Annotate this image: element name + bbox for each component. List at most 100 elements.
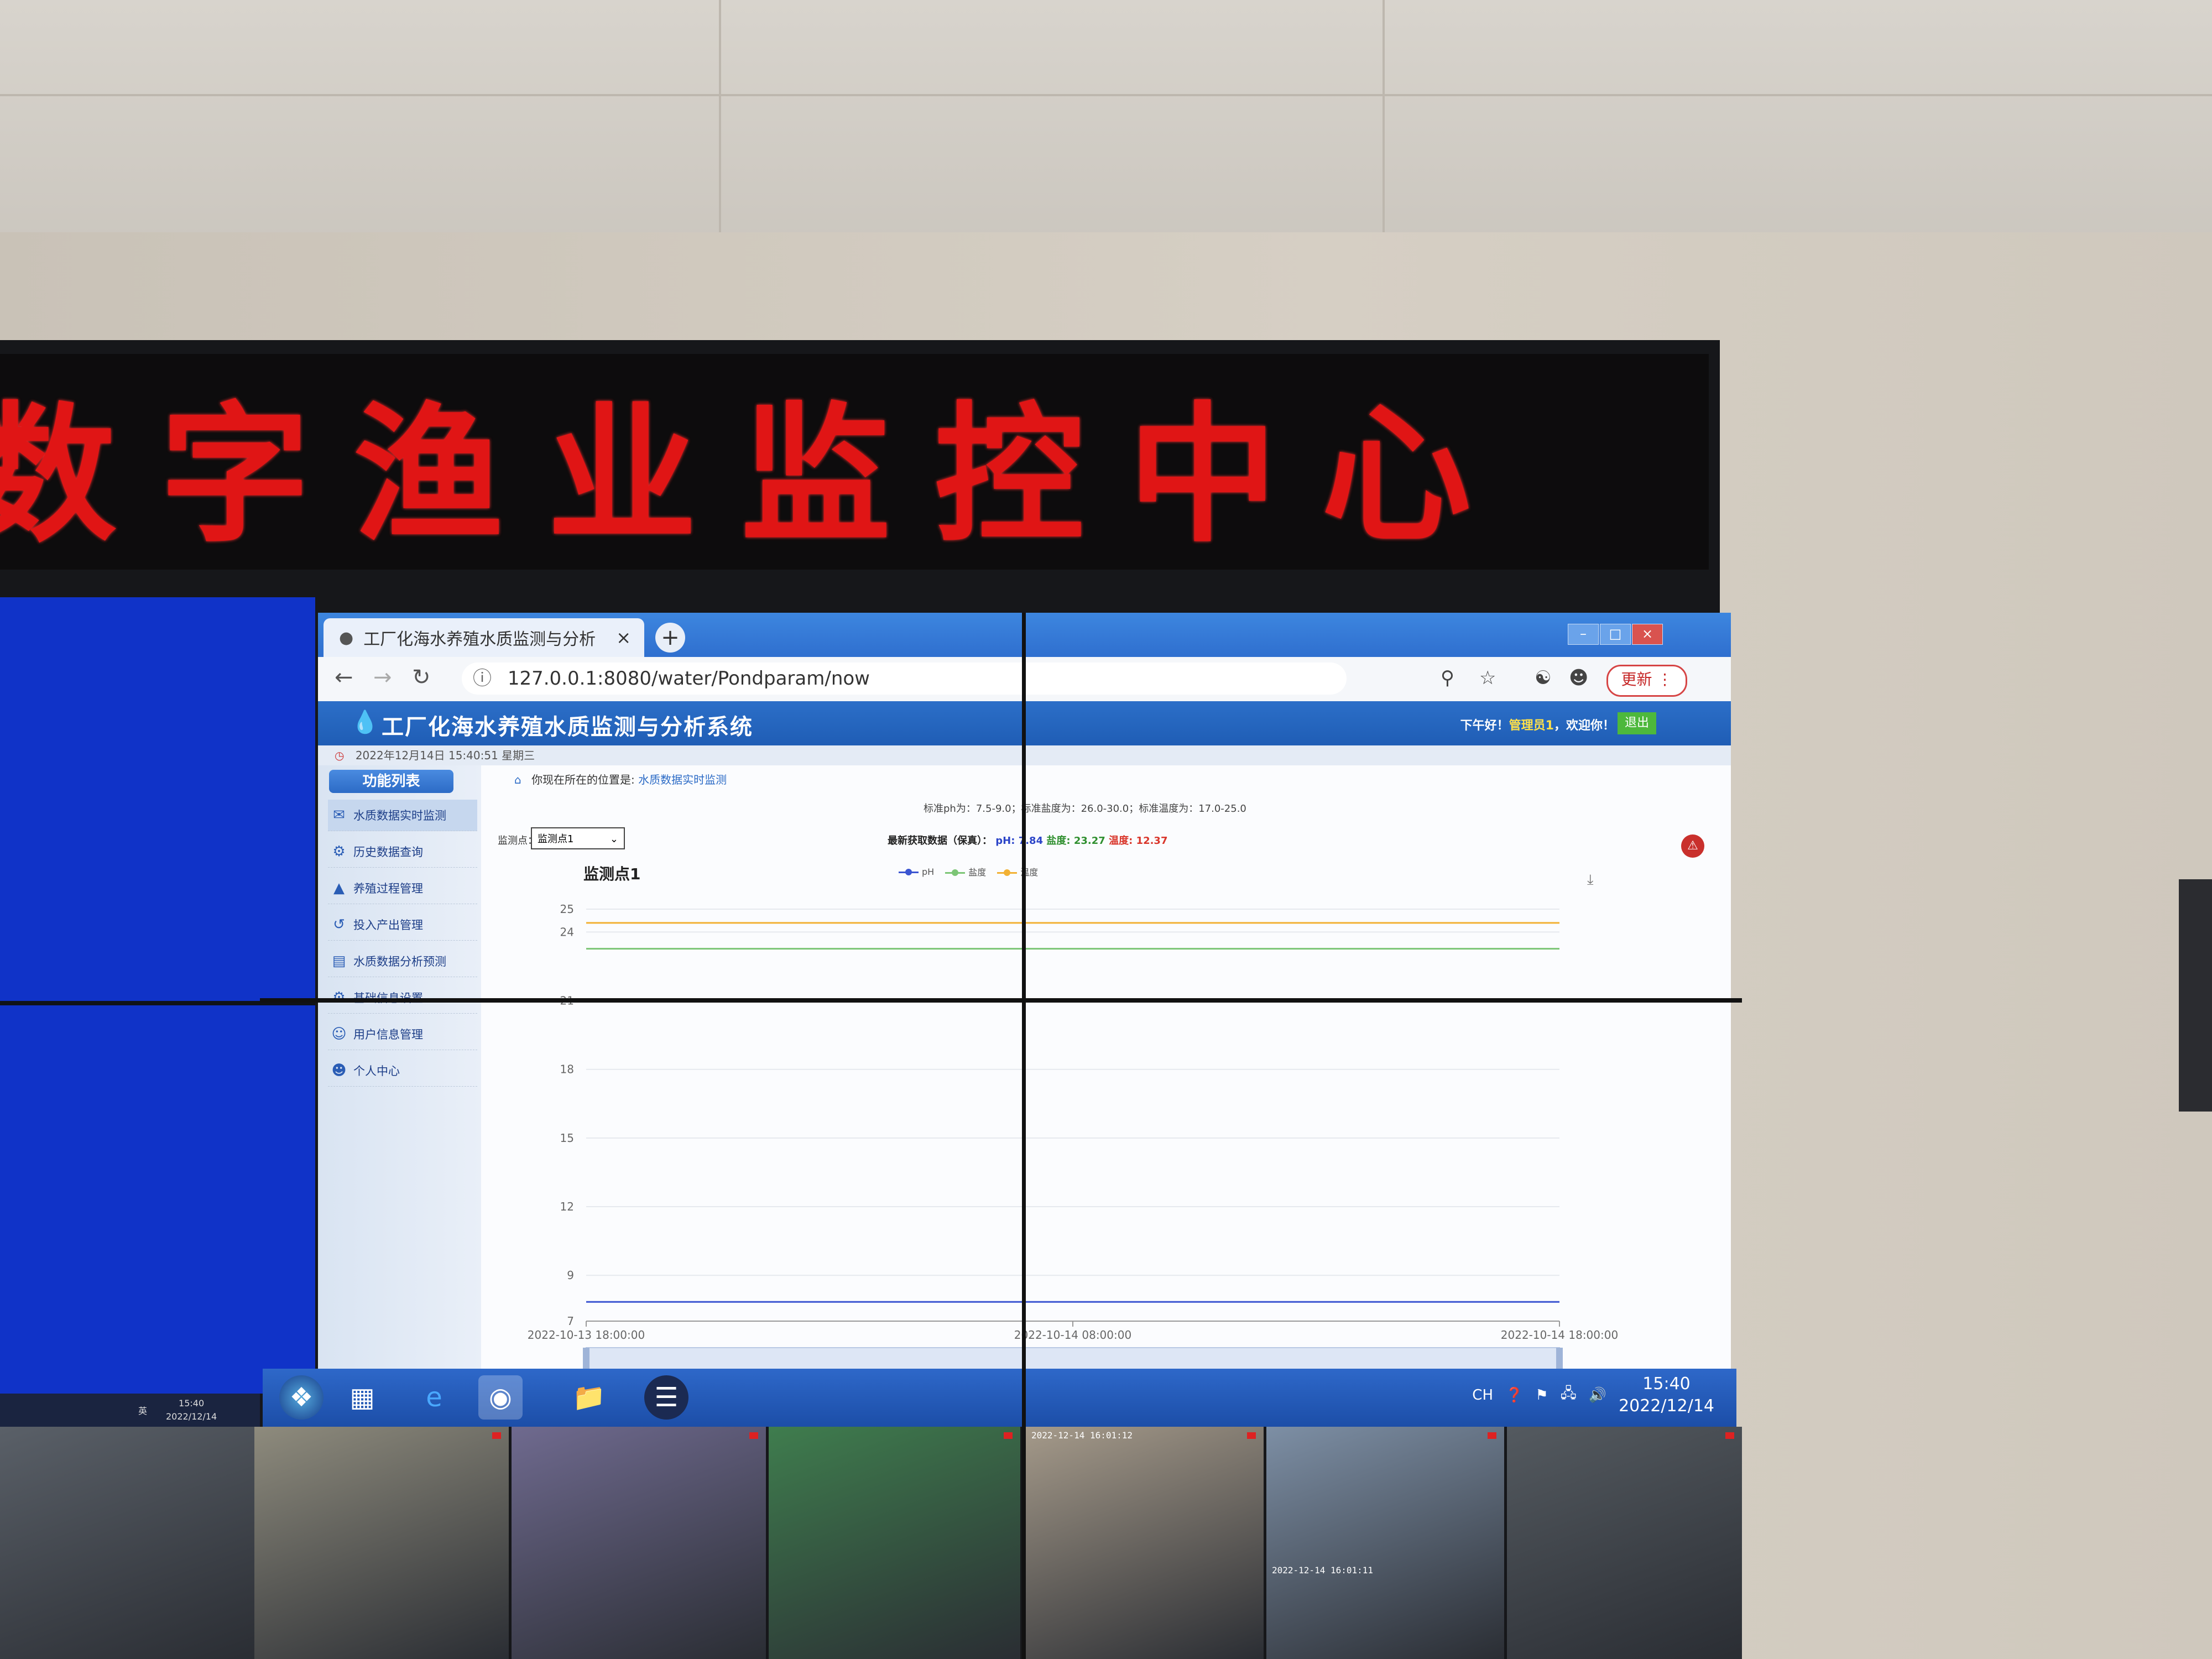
- flag-icon[interactable]: ⚑: [1535, 1387, 1548, 1404]
- reload-icon[interactable]: ↻: [412, 665, 431, 690]
- panel-seam-horizontal: [260, 998, 1742, 1003]
- flag-icon: [492, 1432, 501, 1439]
- new-tab-button[interactable]: +: [655, 623, 685, 653]
- camera-feed: [0, 1427, 254, 1659]
- flag-icon: [1004, 1432, 1013, 1439]
- flag-icon: [749, 1432, 758, 1439]
- menu-header-label: 功能列表: [362, 773, 420, 790]
- current-datetime: 2022年12月14日 15:40:51 星期三: [355, 749, 535, 762]
- camera-feed: [254, 1427, 509, 1659]
- extensions-icon[interactable]: ☯: [1535, 667, 1551, 689]
- camera-feed: 2022-12-14 16:01:12: [1026, 1427, 1264, 1659]
- chrome-icon[interactable]: ◉: [478, 1375, 523, 1420]
- y-tick-label: 15: [560, 1131, 574, 1145]
- panel-seam-vertical: [1022, 613, 1026, 1659]
- star-icon[interactable]: ☆: [1479, 667, 1496, 689]
- sidebar-item-label: 投入产出管理: [353, 919, 423, 932]
- ceiling-seam: [719, 0, 721, 238]
- network-icon[interactable]: 🖧: [1561, 1383, 1577, 1407]
- camera-feed: [1507, 1427, 1742, 1659]
- y-tick-label: 9: [567, 1269, 574, 1282]
- tray-date: 2022/12/14: [1619, 1396, 1714, 1416]
- maximize-button[interactable]: □: [1600, 624, 1631, 645]
- settings-icon: ⚙: [332, 989, 346, 1006]
- profile-icon[interactable]: ☻: [1569, 667, 1588, 689]
- y-tick-label: 18: [560, 1063, 574, 1076]
- update-label: 更新: [1621, 670, 1652, 688]
- greeting-suffix: ，欢迎你！: [1553, 719, 1615, 733]
- led-sign: 数字渔业监控中心: [0, 354, 1709, 570]
- sidebar-item-label: 水质数据实时监测: [353, 809, 446, 822]
- water-data-icon: ✉: [333, 807, 345, 823]
- apps-grid-icon[interactable]: ▦: [340, 1375, 384, 1420]
- y-tick-label: 24: [560, 925, 574, 938]
- users-icon: ☺: [331, 1026, 347, 1042]
- camera-feed: [769, 1427, 1020, 1659]
- sidebar-item-profile[interactable]: ☻ 个人中心: [328, 1055, 477, 1087]
- tab-title: 工厂化海水养殖水质监测与分析: [363, 630, 596, 649]
- y-tick-label: 12: [560, 1200, 574, 1213]
- sidebar-item-label: 历史数据查询: [353, 846, 423, 859]
- clock-icon: ◷: [335, 749, 345, 762]
- help-icon[interactable]: ❓: [1505, 1387, 1523, 1404]
- sidebar-item-io[interactable]: ↺ 投入产出管理: [328, 909, 477, 941]
- line-chart: 791215182124252022-10-13 18:00:002022-10…: [528, 902, 1618, 1377]
- ie-icon[interactable]: e: [412, 1375, 456, 1420]
- left-lang: 英: [138, 1406, 148, 1416]
- lang-indicator[interactable]: CH: [1472, 1387, 1493, 1404]
- close-tab-icon[interactable]: ×: [616, 627, 631, 648]
- volume-icon[interactable]: 🔊: [1589, 1387, 1606, 1404]
- info-icon[interactable]: ⓘ: [473, 667, 492, 690]
- left-display: [0, 597, 315, 1394]
- browser-tab[interactable]: ● 工厂化海水养殖水质监测与分析 ×: [324, 618, 644, 657]
- menu-header: 功能列表: [329, 770, 453, 793]
- sidebar-item-label: 基础信息设置: [353, 989, 423, 1006]
- folder-icon[interactable]: 📁: [567, 1375, 611, 1420]
- tray-time: 15:40: [1642, 1374, 1691, 1394]
- user-name[interactable]: 管理员1: [1509, 719, 1554, 733]
- left-clock-time: 15:40: [179, 1398, 205, 1408]
- y-tick-label: 25: [560, 902, 574, 916]
- minimize-button[interactable]: –: [1568, 624, 1599, 645]
- greeting: 下午好！管理员1，欢迎你！: [1460, 716, 1615, 733]
- led-sign-text: 数字渔业监控中心: [0, 386, 1515, 562]
- url-text: 127.0.0.1:8080/water/Pondparam/now: [507, 667, 870, 690]
- logout-button[interactable]: 退出: [1618, 712, 1656, 734]
- camera-timestamp: 2022-12-14 16:01:11: [1272, 1565, 1374, 1575]
- camera-feed: [512, 1427, 766, 1659]
- sidebar-item-label: 个人中心: [353, 1065, 400, 1078]
- flag-icon: [1725, 1432, 1734, 1439]
- start-button[interactable]: ❖: [279, 1375, 324, 1420]
- analysis-icon: ▤: [332, 953, 346, 969]
- flag-icon: [1247, 1432, 1256, 1439]
- sidebar-item-realtime[interactable]: ✉ 水质数据实时监测: [328, 800, 477, 831]
- person-icon: ☻: [331, 1062, 347, 1079]
- y-tick-label: 7: [567, 1314, 574, 1328]
- sidebar-item-users[interactable]: ☺ 用户信息管理: [328, 1019, 477, 1050]
- tray-clock[interactable]: 15:40 2022/12/14: [1619, 1373, 1714, 1417]
- taskbar: ❖ ▦ e ◉ 📁 ☰ CH ❓ ⚑ 🖧 🔊 15:40 2022/12/14: [263, 1369, 1736, 1427]
- forward-icon[interactable]: →: [373, 665, 392, 690]
- sidebar-item-history[interactable]: ⚙ 历史数据查询: [328, 836, 477, 868]
- update-button[interactable]: 更新 ⋮: [1606, 665, 1687, 697]
- url-input[interactable]: ⓘ 127.0.0.1:8080/water/Pondparam/now: [462, 662, 1347, 695]
- left-clock-date: 2022/12/14: [166, 1411, 217, 1422]
- sidebar-item-label: 养殖过程管理: [353, 882, 423, 895]
- camera-feed: 2022-12-14 16:01:11: [1266, 1427, 1504, 1659]
- greeting-prefix: 下午好！: [1460, 719, 1509, 733]
- wall-device: [2179, 879, 2212, 1112]
- sidebar-item-process[interactable]: ▲ 养殖过程管理: [328, 873, 477, 904]
- ceiling-seam: [0, 94, 2212, 96]
- process-icon: ▲: [333, 880, 345, 896]
- zoom-icon[interactable]: ⚲: [1441, 667, 1454, 689]
- sidebar-item-analysis[interactable]: ▤ 水质数据分析预测: [328, 946, 477, 977]
- sidebar-item-label: 水质数据分析预测: [353, 955, 446, 968]
- back-icon[interactable]: ←: [335, 665, 353, 690]
- eclipse-icon[interactable]: ☰: [644, 1375, 688, 1420]
- main-content: ⌂ 你现在所在的位置是: 水质数据实时监测 标准ph为：7.5-9.0；标准盐度…: [481, 765, 1731, 1398]
- globe-icon: ●: [339, 628, 354, 648]
- x-tick-label: 2022-10-13 18:00:00: [528, 1328, 645, 1342]
- camera-wall: 2022-12-14 16:01:12 2022-12-14 16:01:11: [0, 1427, 1742, 1659]
- io-icon: ↺: [333, 916, 345, 933]
- close-window-button[interactable]: ×: [1632, 624, 1663, 645]
